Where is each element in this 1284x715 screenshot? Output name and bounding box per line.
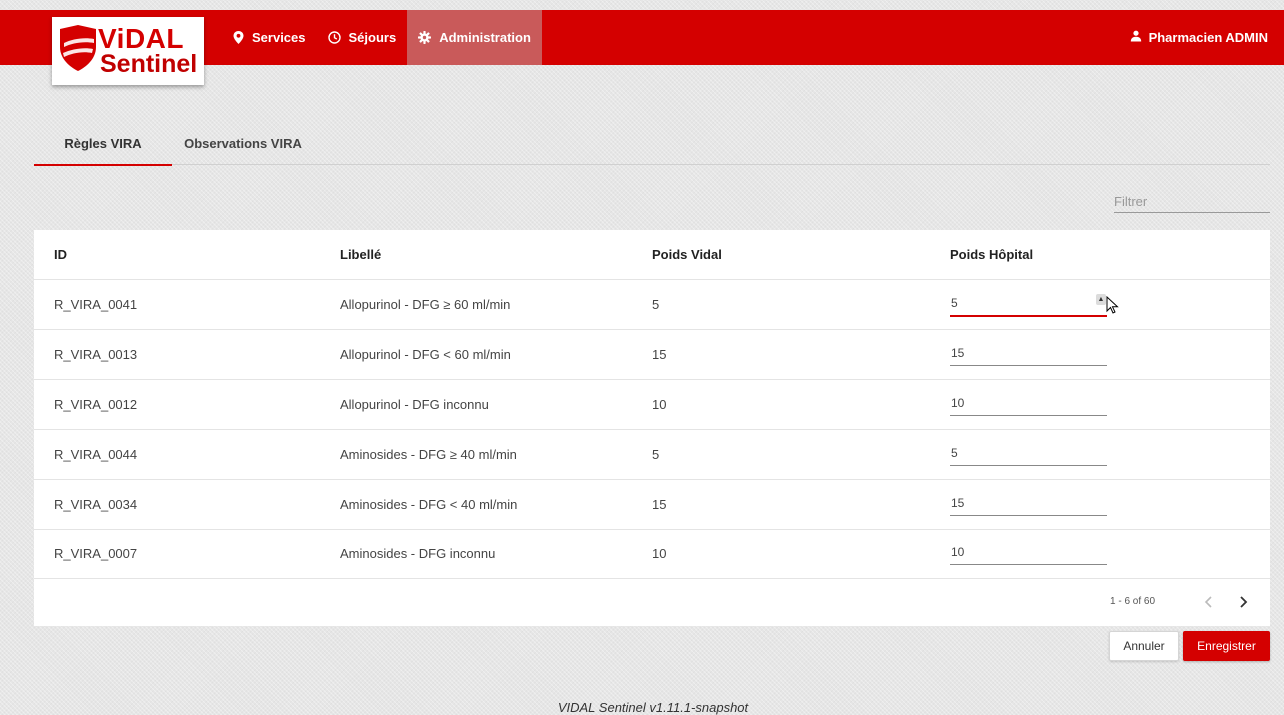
- nav-item-label: Services: [252, 30, 306, 45]
- poids-vidal: 15: [652, 347, 667, 362]
- column-header-poids-hopital[interactable]: Poids Hôpital: [950, 230, 1033, 279]
- poids-vidal: 5: [652, 297, 660, 312]
- nav-item-services[interactable]: Services: [222, 10, 317, 65]
- user-menu[interactable]: Pharmacien ADMIN: [1130, 10, 1268, 65]
- poids-hopital-input[interactable]: [950, 491, 1107, 516]
- pagination-range: 1 - 6 of 60: [1110, 596, 1156, 607]
- tab-observations-vira[interactable]: Observations VIRA: [178, 126, 308, 164]
- number-spinner-icon[interactable]: ▲: [1096, 294, 1106, 305]
- logo-wordmark-vidal: ViDAL: [98, 23, 184, 54]
- nav-item-label: Séjours: [348, 30, 397, 45]
- next-page-button[interactable]: [1234, 592, 1252, 612]
- nav-item-administration[interactable]: Administration: [407, 10, 542, 65]
- nav-item-label: Administration: [439, 30, 531, 45]
- rule-libelle: Allopurinol - DFG ≥ 60 ml/min: [340, 297, 511, 312]
- poids-hopital-input[interactable]: [950, 540, 1107, 565]
- user-name: Pharmacien ADMIN: [1148, 30, 1268, 45]
- poids-vidal: 10: [652, 397, 667, 412]
- rule-libelle: Allopurinol - DFG < 60 ml/min: [340, 347, 511, 362]
- rule-libelle: Aminosides - DFG < 40 ml/min: [340, 497, 518, 512]
- rule-libelle: Allopurinol - DFG inconnu: [340, 397, 489, 412]
- poids-hopital-input[interactable]: [950, 291, 1107, 317]
- poids-vidal: 5: [652, 447, 660, 462]
- map-marker-icon: [233, 31, 244, 44]
- vidal-sentinel-logo[interactable]: ViDAL Sentinel: [52, 17, 204, 85]
- rule-id: R_VIRA_0013: [54, 347, 138, 362]
- table-row: R_VIRA_0013 Allopurinol - DFG < 60 ml/mi…: [34, 330, 1270, 380]
- column-header-libelle[interactable]: Libellé: [340, 230, 381, 279]
- filter-input[interactable]: [1114, 190, 1270, 213]
- rules-table: ID Libellé Poids Vidal Poids Hôpital R_V…: [34, 230, 1270, 626]
- main-nav: Services Séjours Administration: [222, 10, 542, 65]
- table-row: R_VIRA_0012 Allopurinol - DFG inconnu 10: [34, 380, 1270, 430]
- poids-hopital-input[interactable]: [950, 391, 1107, 416]
- poids-vidal: 15: [652, 497, 667, 512]
- table-row: R_VIRA_0044 Aminosides - DFG ≥ 40 ml/min…: [34, 430, 1270, 480]
- rule-id: R_VIRA_0041: [54, 297, 138, 312]
- tab-bar: Règles VIRA Observations VIRA: [34, 126, 1270, 166]
- rule-id: R_VIRA_0034: [54, 497, 138, 512]
- save-button[interactable]: Enregistrer: [1183, 631, 1270, 661]
- shield-logo-icon: [60, 25, 96, 71]
- rule-libelle: Aminosides - DFG ≥ 40 ml/min: [340, 447, 517, 462]
- table-row: R_VIRA_0007 Aminosides - DFG inconnu 10: [34, 529, 1270, 579]
- gear-icon: [418, 31, 432, 44]
- logo-wordmark-sentinel: Sentinel: [100, 50, 198, 78]
- poids-vidal: 10: [652, 546, 667, 561]
- poids-hopital-input[interactable]: [950, 341, 1107, 366]
- rule-id: R_VIRA_0007: [54, 546, 138, 561]
- pagination: 1 - 6 of 60: [34, 578, 1270, 626]
- app-version: VIDAL Sentinel v1.11.1-snapshot: [557, 700, 749, 715]
- table-row: R_VIRA_0041 Allopurinol - DFG ≥ 60 ml/mi…: [34, 280, 1270, 330]
- clock-icon: [327, 31, 341, 44]
- previous-page-button[interactable]: [1200, 592, 1218, 612]
- poids-hopital-input[interactable]: [950, 441, 1107, 466]
- mouse-cursor-icon: [1106, 296, 1119, 314]
- chevron-left-icon: [1204, 596, 1212, 608]
- column-header-poids-vidal[interactable]: Poids Vidal: [652, 230, 722, 279]
- user-icon: [1130, 30, 1142, 45]
- table-header-row: ID Libellé Poids Vidal Poids Hôpital: [34, 230, 1270, 280]
- cancel-button[interactable]: Annuler: [1109, 631, 1179, 661]
- column-header-id[interactable]: ID: [54, 230, 67, 279]
- chevron-right-icon: [1240, 596, 1248, 608]
- nav-item-sejours[interactable]: Séjours: [317, 10, 408, 65]
- table-row: R_VIRA_0034 Aminosides - DFG < 40 ml/min…: [34, 480, 1270, 530]
- tab-regles-vira[interactable]: Règles VIRA: [34, 126, 172, 166]
- rule-id: R_VIRA_0044: [54, 447, 138, 462]
- rule-libelle: Aminosides - DFG inconnu: [340, 546, 496, 561]
- rule-id: R_VIRA_0012: [54, 397, 138, 412]
